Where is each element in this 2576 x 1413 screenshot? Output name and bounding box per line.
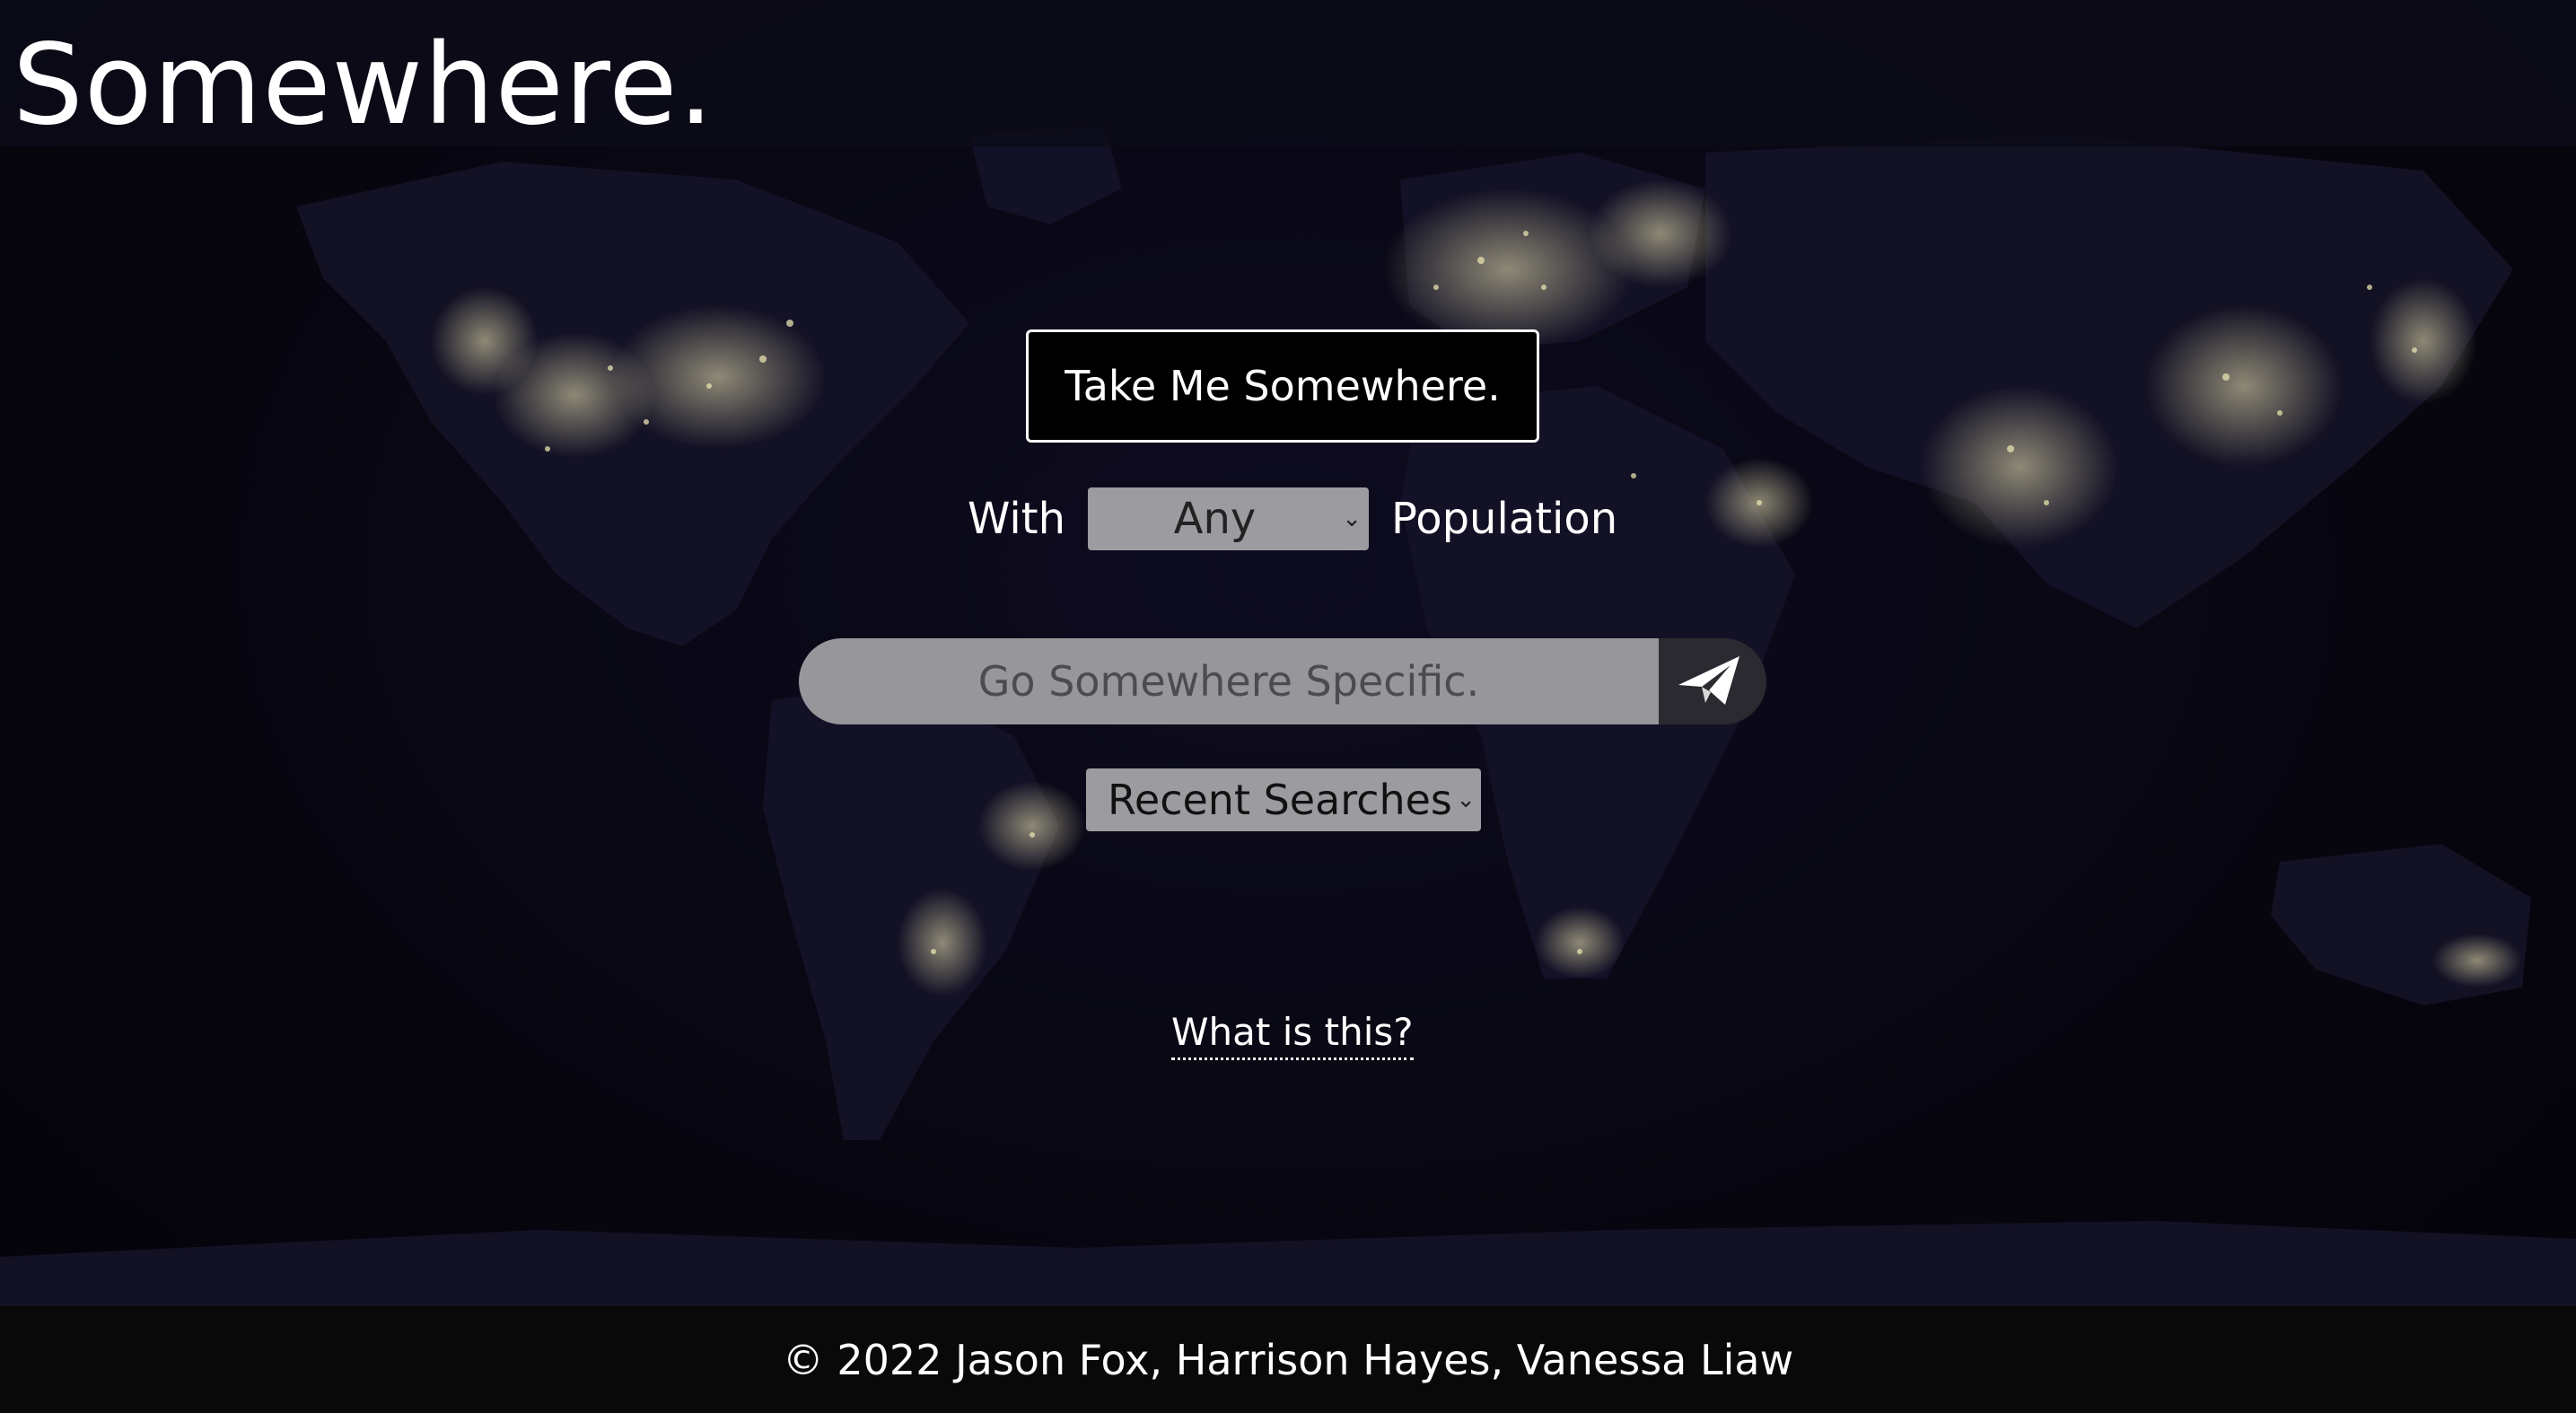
- recent-searches-select[interactable]: Recent Searches ⌄: [1086, 768, 1481, 831]
- search-bar: [799, 638, 1766, 724]
- chevron-down-icon: ⌄: [1342, 505, 1362, 532]
- population-suffix-label: Population: [1390, 494, 1618, 544]
- copyright-text: © 2022 Jason Fox, Harrison Hayes, Vaness…: [782, 1335, 1794, 1384]
- footer: © 2022 Jason Fox, Harrison Hayes, Vaness…: [0, 1306, 2576, 1413]
- page: Somewhere. Take Me Somewhere. With Any ⌄…: [0, 0, 2576, 1413]
- search-submit-button[interactable]: [1659, 638, 1766, 724]
- paper-plane-icon: [1678, 656, 1739, 705]
- population-select[interactable]: Any ⌄: [1087, 487, 1369, 550]
- what-is-this-link[interactable]: What is this?: [1171, 1007, 1414, 1060]
- header-bar: Somewhere.: [0, 0, 2576, 150]
- population-prefix-label: With: [968, 494, 1065, 544]
- search-input[interactable]: [799, 638, 1659, 724]
- site-logo[interactable]: Somewhere.: [13, 18, 714, 153]
- take-me-somewhere-button[interactable]: Take Me Somewhere.: [1026, 329, 1539, 443]
- population-select-value: Any: [1173, 494, 1257, 544]
- chevron-down-icon: ⌄: [1456, 786, 1476, 813]
- recent-searches-value: Recent Searches: [1108, 776, 1452, 824]
- population-filter-row: With Any ⌄ Population: [968, 485, 1617, 553]
